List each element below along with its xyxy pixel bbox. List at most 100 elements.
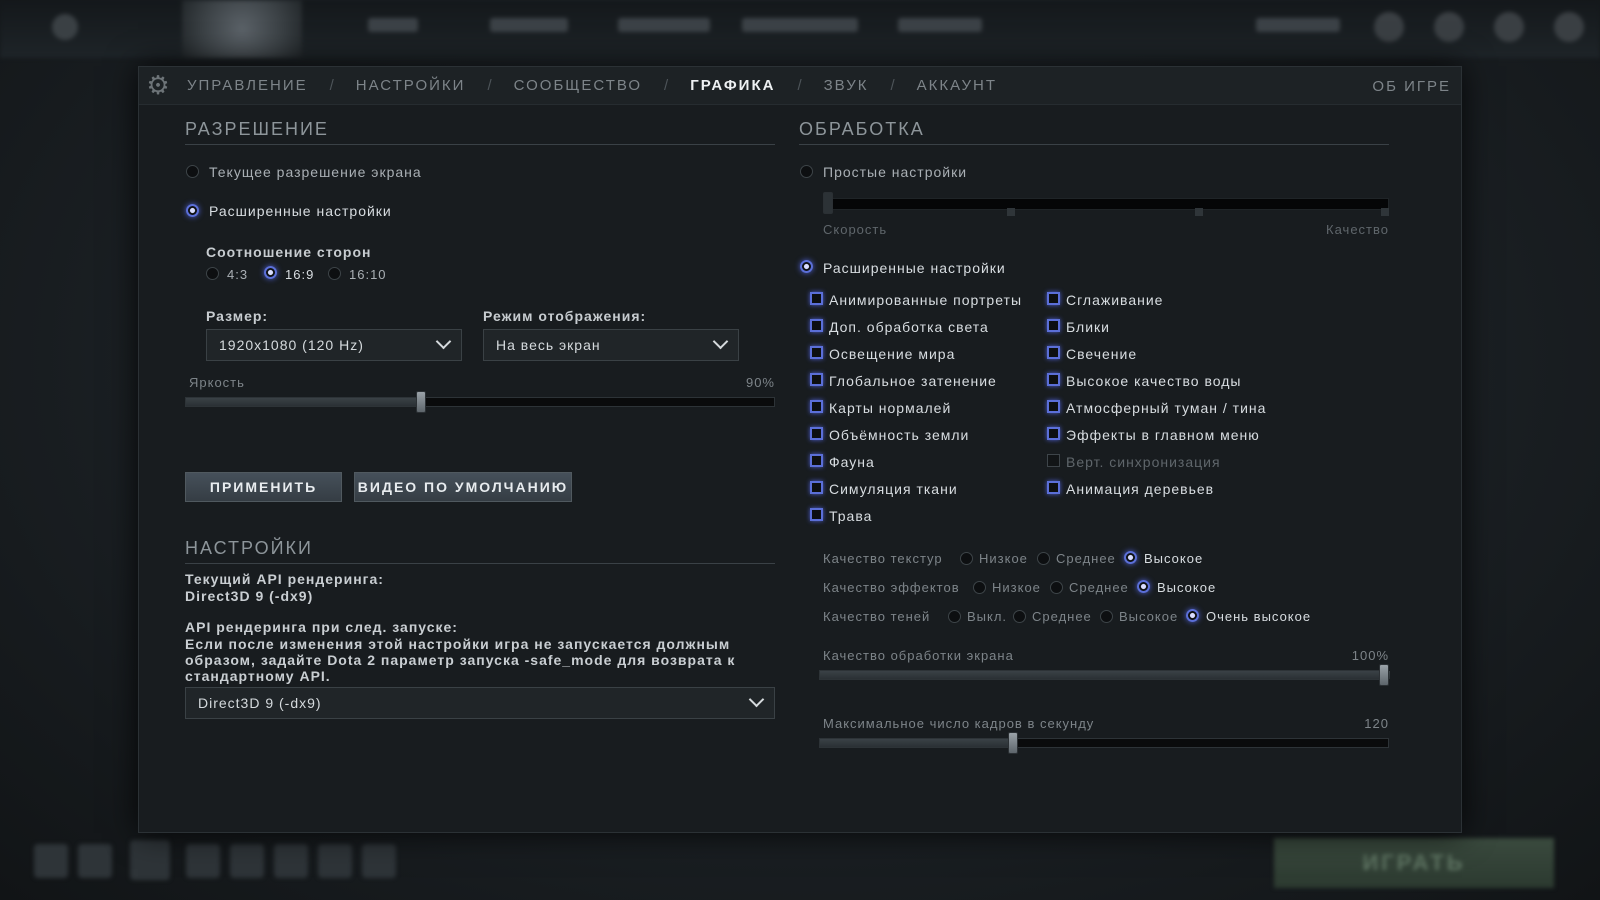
screen-quality-label: Качество обработки экрана <box>823 648 1014 663</box>
shadow-medium-radio[interactable] <box>1013 610 1026 623</box>
aspect-4-3-radio[interactable] <box>206 267 219 280</box>
extra-lighting-label: Доп. обработка света <box>829 319 989 335</box>
shadow-medium-label: Среднее <box>1032 609 1092 624</box>
background-icon <box>274 844 308 878</box>
api-settings-section-title: НАСТРОЙКИ <box>185 538 775 564</box>
brightness-value: 90% <box>745 375 775 390</box>
advanced-processing-label: Расширенные настройки <box>823 260 1006 276</box>
display-mode-label: Режим отображения: <box>483 308 647 324</box>
background-icon <box>1494 12 1524 42</box>
tab-settings[interactable]: НАСТРОЙКИ <box>346 77 476 94</box>
fauna-label: Фауна <box>829 454 875 470</box>
background-icon <box>362 844 396 878</box>
high-quality-water-checkbox[interactable] <box>1047 373 1060 386</box>
tab-graphics[interactable]: ГРАФИКА <box>680 77 785 94</box>
shadow-off-radio[interactable] <box>948 610 961 623</box>
tab-sound[interactable]: ЗВУК <box>814 77 879 94</box>
cloth-simulation-checkbox[interactable] <box>810 481 823 494</box>
simple-settings-label: Простые настройки <box>823 164 968 180</box>
atmospheric-fog-label: Атмосферный туман / тина <box>1066 400 1267 416</box>
effects-high-radio[interactable] <box>1137 580 1150 593</box>
render-api-dropdown-value: Direct3D 9 (-dx9) <box>198 695 322 711</box>
vsync-label: Верт. синхронизация <box>1066 454 1221 470</box>
grass-checkbox[interactable] <box>810 508 823 521</box>
brightness-slider-thumb[interactable] <box>416 391 426 413</box>
screen-quality-slider-track[interactable] <box>819 670 1390 680</box>
background-gear-icon <box>52 14 78 40</box>
tab-about[interactable]: ОБ ИГРЕ <box>1372 78 1451 95</box>
background-nav-item <box>898 18 982 32</box>
simple-settings-radio[interactable] <box>800 165 813 178</box>
tab-community[interactable]: СООБЩЕСТВО <box>504 77 652 94</box>
main-menu-effects-checkbox[interactable] <box>1047 427 1060 440</box>
quality-preset-tick <box>1381 208 1389 216</box>
fauna-checkbox[interactable] <box>810 454 823 467</box>
quality-preset-slider-track[interactable] <box>823 198 1389 210</box>
ground-parallax-checkbox[interactable] <box>810 427 823 440</box>
video-defaults-button[interactable]: ВИДЕО ПО УМОЛЧАНИЮ <box>354 472 572 502</box>
quality-preset-tick <box>1007 208 1015 216</box>
tree-animation-checkbox[interactable] <box>1047 481 1060 494</box>
extra-lighting-checkbox[interactable] <box>810 319 823 332</box>
effects-medium-radio[interactable] <box>1050 581 1063 594</box>
texture-medium-radio[interactable] <box>1037 552 1050 565</box>
tree-animation-label: Анимация деревьев <box>1066 481 1215 497</box>
chevron-down-icon <box>435 333 452 350</box>
current-resolution-radio[interactable] <box>186 165 199 178</box>
antialiasing-checkbox[interactable] <box>1047 292 1060 305</box>
screen-quality-slider-thumb[interactable] <box>1379 664 1389 686</box>
max-fps-slider-thumb[interactable] <box>1007 732 1018 754</box>
atmospheric-fog-checkbox[interactable] <box>1047 400 1060 413</box>
animated-portraits-checkbox[interactable] <box>810 292 823 305</box>
background-icon <box>130 840 170 880</box>
background-top-bar <box>0 0 1600 58</box>
shadow-very-high-radio[interactable] <box>1186 609 1199 622</box>
specular-label: Блики <box>1066 319 1110 335</box>
current-resolution-label: Текущее разрешение экрана <box>209 164 422 180</box>
tab-separator: / <box>329 77 334 94</box>
world-lighting-label: Освещение мира <box>829 346 956 362</box>
settings-tab-bar: ⚙ УПРАВЛЕНИЕ / НАСТРОЙКИ / СООБЩЕСТВО / … <box>139 67 1461 105</box>
quality-preset-slider-thumb[interactable] <box>823 192 833 214</box>
bloom-label: Свечение <box>1066 346 1138 362</box>
tab-controls[interactable]: УПРАВЛЕНИЕ <box>177 77 318 94</box>
background-icon <box>230 844 264 878</box>
cloth-simulation-label: Симуляция ткани <box>829 481 958 497</box>
normal-maps-label: Карты нормалей <box>829 400 952 416</box>
next-api-label: API рендеринга при след. запуске: <box>185 619 458 635</box>
shadow-quality-label: Качество теней <box>823 609 931 624</box>
max-fps-slider-track[interactable] <box>819 738 1389 748</box>
screen-quality-slider-fill <box>820 671 1390 679</box>
texture-high-radio[interactable] <box>1124 551 1137 564</box>
vsync-checkbox[interactable] <box>1047 454 1060 467</box>
normal-maps-checkbox[interactable] <box>810 400 823 413</box>
shadow-high-radio[interactable] <box>1100 610 1113 623</box>
shadow-off-label: Выкл. <box>967 609 1008 624</box>
ground-parallax-label: Объёмность земли <box>829 427 970 443</box>
texture-low-radio[interactable] <box>960 552 973 565</box>
texture-low-label: Низкое <box>979 551 1028 566</box>
grass-label: Трава <box>829 508 873 524</box>
world-lighting-checkbox[interactable] <box>810 346 823 359</box>
brightness-slider-track[interactable] <box>185 397 775 407</box>
tab-account[interactable]: АККАУНТ <box>907 77 1007 94</box>
bloom-checkbox[interactable] <box>1047 346 1060 359</box>
background-nav-item <box>742 18 858 32</box>
aspect-16-10-radio[interactable] <box>328 267 341 280</box>
specular-checkbox[interactable] <box>1047 319 1060 332</box>
advanced-resolution-radio[interactable] <box>186 204 199 217</box>
chevron-down-icon <box>748 691 765 708</box>
apply-button[interactable]: ПРИМЕНИТЬ <box>185 472 342 502</box>
size-dropdown[interactable]: 1920x1080 (120 Hz) <box>206 329 462 361</box>
play-button[interactable]: ИГРАТЬ <box>1274 838 1554 888</box>
effects-low-radio[interactable] <box>973 581 986 594</box>
high-quality-water-label: Высокое качество воды <box>1066 373 1242 389</box>
ambient-occlusion-checkbox[interactable] <box>810 373 823 386</box>
display-mode-dropdown[interactable]: На весь экран <box>483 329 739 361</box>
render-api-dropdown[interactable]: Direct3D 9 (-dx9) <box>185 687 775 719</box>
advanced-processing-radio[interactable] <box>800 260 813 273</box>
speed-label: Скорость <box>823 222 888 237</box>
screen-quality-value: 100% <box>1351 648 1389 663</box>
aspect-16-9-radio[interactable] <box>264 266 277 279</box>
background-icon <box>1434 12 1464 42</box>
